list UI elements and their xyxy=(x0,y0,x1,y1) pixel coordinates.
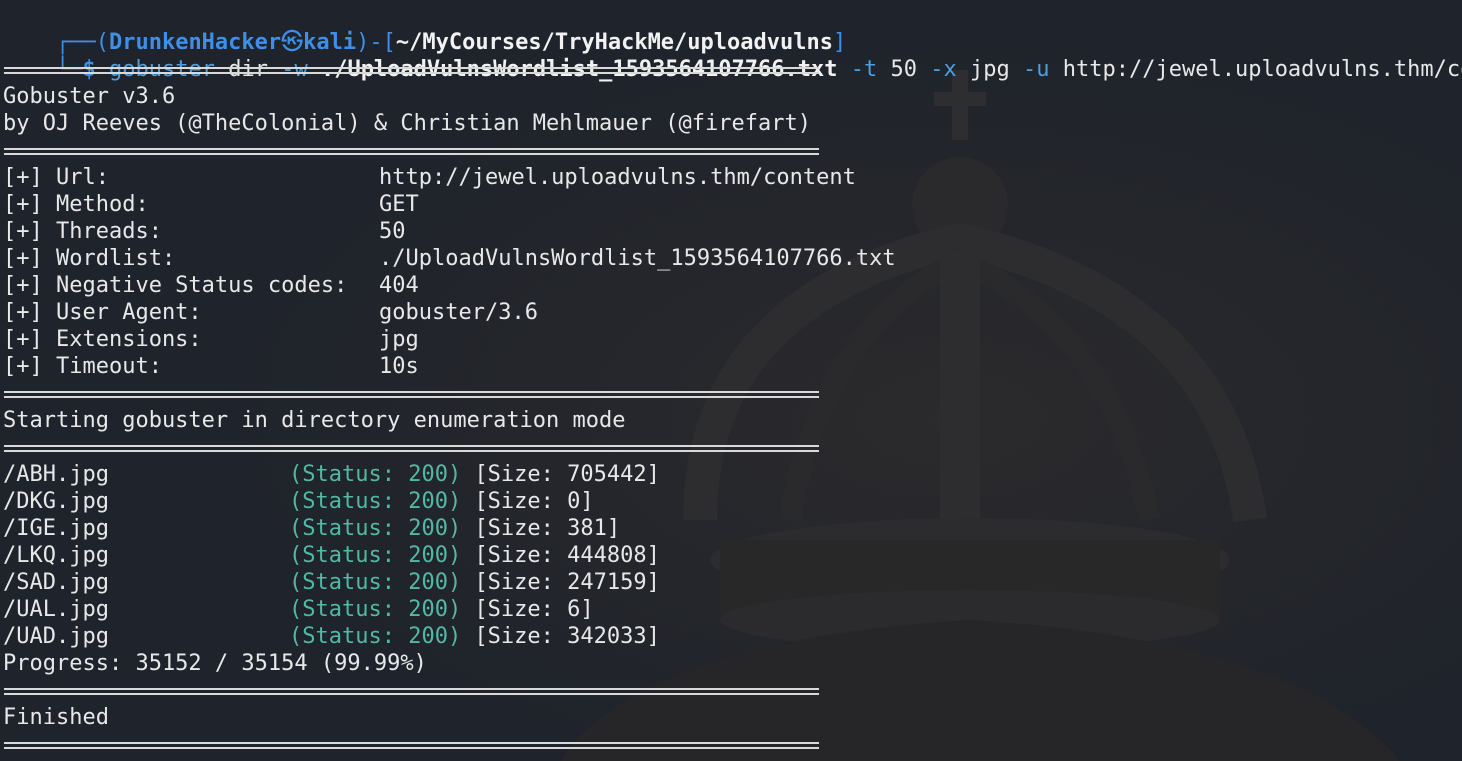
config-value: jpg xyxy=(379,327,419,352)
config-row: [+] Threads: 50 xyxy=(3,218,406,245)
result-row: /SAD.jpg (Status: 200) [Size: 247159] xyxy=(3,569,660,596)
result-size: [Size: 6] xyxy=(474,597,594,622)
result-status: (Status: 200) xyxy=(289,570,462,595)
result-row: /UAD.jpg (Status: 200) [Size: 342033] xyxy=(3,623,660,650)
command-t-flag: -t xyxy=(850,57,878,82)
config-row: [+] User Agent: gobuster/3.6 xyxy=(3,299,538,326)
config-label: [+] Url: xyxy=(3,165,109,190)
result-size: [Size: 247159] xyxy=(474,570,660,595)
config-row: [+] Url: http://jewel.uploadvulns.thm/con… xyxy=(3,164,856,191)
result-status: (Status: 200) xyxy=(289,597,462,622)
config-value: 404 xyxy=(379,273,419,298)
config-value: gobuster/3.6 xyxy=(379,300,538,325)
command-threads: 50 xyxy=(890,57,918,82)
command-line[interactable]: └─$ gobuster dir -w ./UploadVulnsWordlis… xyxy=(3,29,1462,82)
separator xyxy=(4,67,819,74)
prompt-line: ┌──(DrunkenHacker㉿kali)-[~/MyCourses/Try… xyxy=(3,2,846,55)
result-path: /SAD.jpg xyxy=(3,570,109,595)
result-row: /ABH.jpg (Status: 200) [Size: 705442] xyxy=(3,461,660,488)
result-row: /LKQ.jpg (Status: 200) [Size: 444808] xyxy=(3,542,660,569)
result-path: /LKQ.jpg xyxy=(3,543,109,568)
result-size: [Size: 0] xyxy=(474,489,594,514)
separator xyxy=(4,742,819,749)
config-label: [+] Wordlist: xyxy=(3,246,176,271)
separator xyxy=(4,391,819,398)
result-status: (Status: 200) xyxy=(289,624,462,649)
result-status: (Status: 200) xyxy=(289,543,462,568)
command-x-flag: -x xyxy=(930,57,957,82)
config-row: [+] Extensions: jpg xyxy=(3,326,419,353)
config-label: [+] User Agent: xyxy=(3,300,202,325)
separator xyxy=(4,148,819,155)
result-row: /IGE.jpg (Status: 200) [Size: 381] xyxy=(3,515,620,542)
banner-authors: by OJ Reeves (@TheColonial) & Christian … xyxy=(3,111,811,136)
result-path: /DKG.jpg xyxy=(3,489,109,514)
result-status: (Status: 200) xyxy=(289,516,462,541)
result-path: /UAD.jpg xyxy=(3,624,109,649)
config-row: [+] Timeout: 10s xyxy=(3,353,419,380)
config-value: ./UploadVulnsWordlist_1593564107766.txt xyxy=(379,246,896,271)
separator xyxy=(4,445,819,452)
config-value: http://jewel.uploadvulns.thm/content xyxy=(379,165,856,190)
result-row: /DKG.jpg (Status: 200) [Size: 0] xyxy=(3,488,594,515)
config-label: [+] Timeout: xyxy=(3,354,162,379)
result-size: [Size: 444808] xyxy=(474,543,660,568)
command-url: http://jewel.uploadvulns.thm/content xyxy=(1062,57,1462,82)
result-path: /IGE.jpg xyxy=(3,516,109,541)
command-ext: jpg xyxy=(970,57,1010,82)
config-value: 50 xyxy=(379,219,406,244)
result-status: (Status: 200) xyxy=(289,489,462,514)
result-path: /ABH.jpg xyxy=(3,462,109,487)
result-path: /UAL.jpg xyxy=(3,597,109,622)
config-value: GET xyxy=(379,192,419,217)
config-row: [+] Wordlist: ./UploadVulnsWordlist_15935… xyxy=(3,245,896,272)
banner-version: Gobuster v3.6 xyxy=(3,84,176,109)
finished-message: Finished xyxy=(3,705,109,730)
config-value: 10s xyxy=(379,354,419,379)
result-size: [Size: 705442] xyxy=(474,462,660,487)
result-row: /UAL.jpg (Status: 200) [Size: 6] xyxy=(3,596,594,623)
separator xyxy=(4,688,819,695)
config-label: [+] Extensions: xyxy=(3,327,202,352)
result-size: [Size: 381] xyxy=(474,516,621,541)
config-label: [+] Negative Status codes: xyxy=(3,273,348,298)
config-label: [+] Method: xyxy=(3,192,149,217)
result-size: [Size: 342033] xyxy=(474,624,660,649)
progress-line: Progress: 35152 / 35154 (99.99%) xyxy=(3,651,427,676)
result-status: (Status: 200) xyxy=(289,462,462,487)
command-u-flag: -u xyxy=(1023,57,1050,82)
config-label: [+] Threads: xyxy=(3,219,162,244)
terminal-window[interactable]: ┌──(DrunkenHacker㉿kali)-[~/MyCourses/Try… xyxy=(0,0,1462,761)
config-row: [+] Method: GET xyxy=(3,191,419,218)
start-message: Starting gobuster in directory enumerati… xyxy=(3,408,626,433)
config-row: [+] Negative Status codes: 404 xyxy=(3,272,419,299)
